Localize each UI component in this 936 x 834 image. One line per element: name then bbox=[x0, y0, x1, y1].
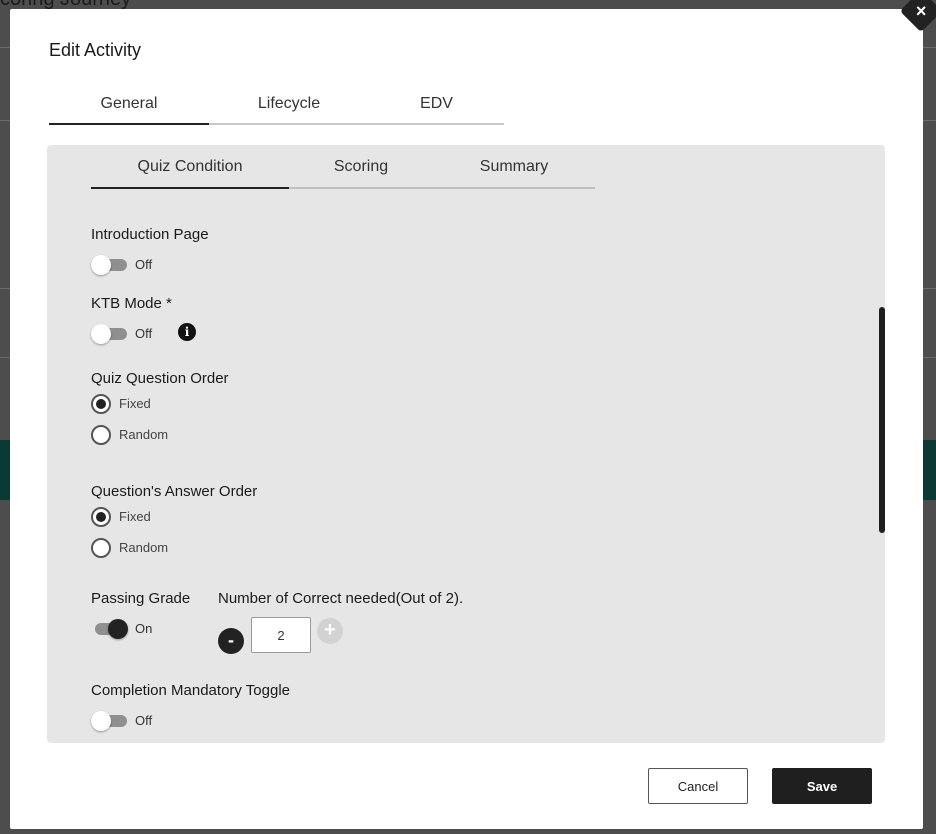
top-tab-bar: General Lifecycle EDV bbox=[49, 93, 504, 125]
quiz-order-random-label: Random bbox=[119, 427, 169, 442]
completion-mandatory-state: Off bbox=[135, 713, 153, 728]
ktb-mode-label: KTB Mode * bbox=[91, 295, 172, 312]
passing-grade-label: Passing Grade bbox=[91, 590, 191, 607]
edit-activity-modal: Edit Activity General Lifecycle EDV Quiz… bbox=[10, 9, 923, 829]
quiz-order-fixed-label: Fixed bbox=[119, 396, 151, 411]
tab-lifecycle[interactable]: Lifecycle bbox=[209, 93, 369, 123]
sub-tab-bar: Quiz Condition Scoring Summary bbox=[91, 155, 595, 189]
cancel-button[interactable]: Cancel bbox=[648, 768, 748, 804]
tab-summary[interactable]: Summary bbox=[433, 155, 595, 187]
panel-scrollbar[interactable] bbox=[879, 307, 885, 533]
introduction-page-toggle[interactable] bbox=[91, 255, 127, 275]
quiz-question-order-label: Quiz Question Order bbox=[91, 370, 229, 387]
quiz-settings-panel: Quiz Condition Scoring Summary Introduct… bbox=[47, 145, 885, 743]
quiz-order-random-radio[interactable] bbox=[91, 425, 111, 445]
completion-mandatory-toggle[interactable] bbox=[91, 711, 127, 731]
toggle-knob bbox=[91, 711, 111, 731]
answer-order-fixed-label: Fixed bbox=[119, 509, 151, 524]
passing-grade-toggle[interactable] bbox=[91, 619, 128, 639]
answer-order-random-radio[interactable] bbox=[91, 538, 111, 558]
decrement-button[interactable]: - bbox=[218, 628, 244, 654]
introduction-page-state: Off bbox=[135, 257, 153, 272]
quiz-order-fixed-radio[interactable] bbox=[91, 394, 111, 414]
toggle-knob bbox=[91, 324, 111, 344]
passing-grade-state: On bbox=[135, 621, 153, 636]
toggle-knob bbox=[91, 255, 111, 275]
ktb-mode-state: Off bbox=[135, 326, 153, 341]
introduction-page-label: Introduction Page bbox=[91, 226, 209, 243]
tab-quiz-condition[interactable]: Quiz Condition bbox=[91, 155, 289, 189]
toggle-knob bbox=[108, 619, 128, 639]
close-icon: × bbox=[915, 0, 927, 21]
correct-needed-label: Number of Correct needed(Out of 2). bbox=[218, 590, 464, 607]
save-button[interactable]: Save bbox=[772, 768, 872, 804]
completion-mandatory-label: Completion Mandatory Toggle bbox=[91, 682, 291, 699]
answer-order-random-label: Random bbox=[119, 540, 169, 555]
modal-title: Edit Activity bbox=[49, 40, 142, 60]
answer-order-fixed-radio[interactable] bbox=[91, 507, 111, 527]
ktb-mode-toggle[interactable] bbox=[91, 324, 127, 344]
tab-general[interactable]: General bbox=[49, 93, 209, 125]
correct-needed-input[interactable] bbox=[251, 617, 311, 653]
info-icon[interactable]: i bbox=[178, 323, 196, 341]
increment-button[interactable]: + bbox=[317, 618, 343, 644]
answer-order-label: Question's Answer Order bbox=[91, 483, 258, 500]
tab-edv[interactable]: EDV bbox=[369, 93, 504, 123]
tab-scoring[interactable]: Scoring bbox=[289, 155, 433, 187]
